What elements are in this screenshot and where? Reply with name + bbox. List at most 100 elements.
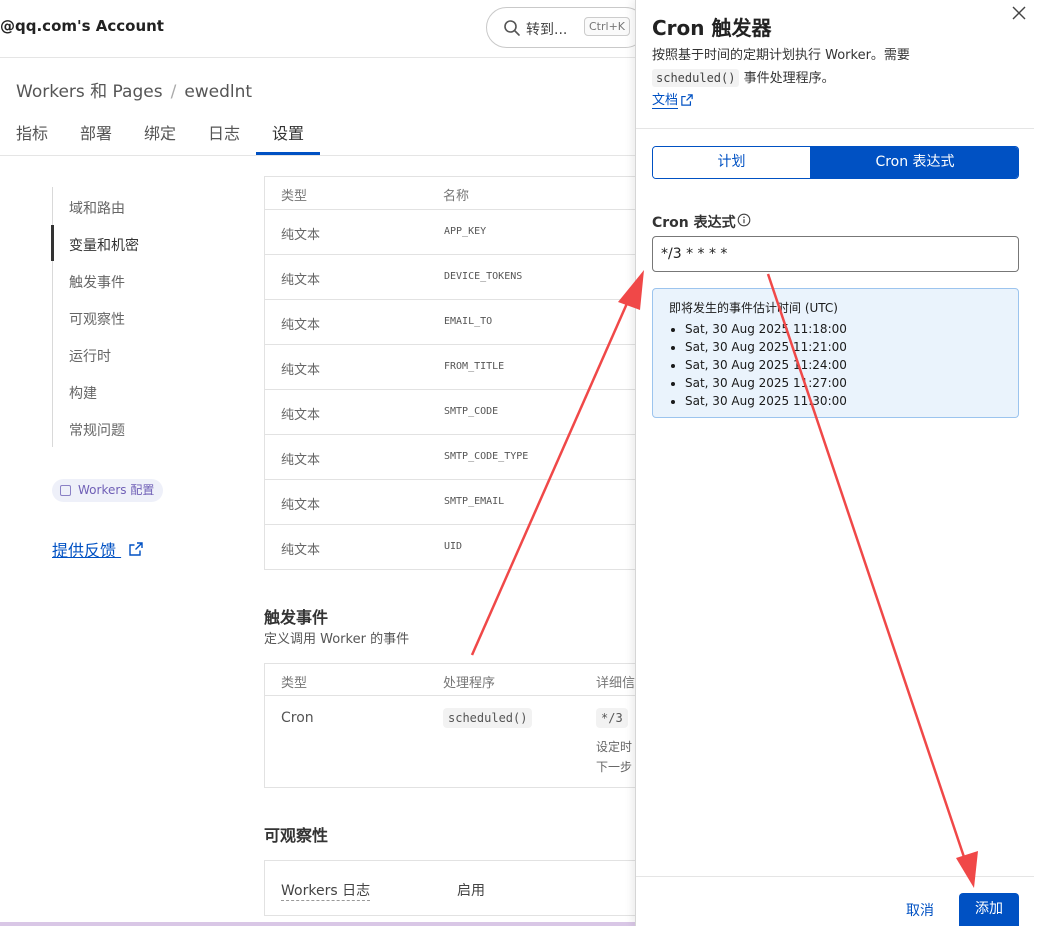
table-row: 纯文本 FROM_TITLE: [265, 345, 644, 390]
preview-title: 即将发生的事件估计时间 (UTC): [669, 301, 838, 315]
config-icon: [60, 485, 71, 496]
feedback-link[interactable]: 提供反馈: [52, 537, 143, 561]
search-icon: [504, 20, 520, 36]
row-type: 纯文本: [281, 273, 321, 288]
segment-cron-expression[interactable]: Cron 表达式: [810, 147, 1018, 178]
table-row: 纯文本 DEVICE_TOKENS: [265, 255, 644, 300]
header-type: 类型: [281, 189, 308, 204]
breadcrumb-current: ewedlnt: [184, 82, 253, 102]
account-name[interactable]: @qq.com's Account: [0, 17, 164, 35]
table-row: 纯文本 UID: [265, 525, 644, 570]
table-row: 纯文本 EMAIL_TO: [265, 300, 644, 345]
workers-logs-status: 启用: [457, 883, 485, 899]
row-name: FROM_TITLE: [444, 361, 505, 372]
tab-bindings[interactable]: 绑定: [144, 120, 176, 144]
search-placeholder: 转到...: [526, 22, 568, 38]
table-row: 纯文本 SMTP_CODE: [265, 390, 644, 435]
info-icon[interactable]: [737, 213, 751, 227]
description-text: 按照基于时间的定期计划执行 Worker。需要: [652, 48, 910, 63]
row-name: EMAIL_TO: [444, 316, 493, 327]
row-type: 纯文本: [281, 228, 321, 243]
list-item: Sat, 30 Aug 2025 11:30:00: [685, 392, 847, 410]
trigger-detail: */3: [596, 708, 628, 728]
trigger-type: Cron: [281, 710, 314, 726]
breadcrumb-separator: /: [170, 82, 177, 102]
row-type: 纯文本: [281, 408, 321, 423]
sidenav-item-variables[interactable]: 变量和机密: [69, 235, 139, 255]
sidenav-item-triggers[interactable]: 触发事件: [69, 272, 125, 292]
segment-schedule[interactable]: 计划: [653, 147, 810, 178]
docs-link[interactable]: 文档: [652, 93, 679, 109]
cron-trigger-drawer: Cron 触发器 按照基于时间的定期计划执行 Worker。需要 schedul…: [635, 0, 1038, 926]
sidenav-item-build[interactable]: 构建: [69, 383, 97, 403]
variables-table: 类型 名称 纯文本 APP_KEY 纯文本 DEVICE_TOKENS 纯文本 EMA…: [264, 176, 644, 570]
sidenav-item-general[interactable]: 常规问题: [69, 420, 125, 440]
close-icon[interactable]: [1010, 4, 1028, 22]
row-name: SMTP_CODE: [444, 406, 499, 417]
list-item: Sat, 30 Aug 2025 11:21:00: [685, 338, 847, 356]
table-row: 纯文本 SMTP_CODE_TYPE: [265, 435, 644, 480]
row-type: 纯文本: [281, 318, 321, 333]
row-name: APP_KEY: [444, 226, 487, 237]
cancel-button[interactable]: 取消: [906, 900, 934, 920]
cron-field-label: Cron 表达式: [652, 215, 736, 231]
tab-logs[interactable]: 日志: [208, 120, 240, 144]
schedule-mode-toggle: 计划 Cron 表达式: [652, 146, 1019, 179]
description-code: scheduled(): [652, 69, 740, 87]
tab-deployments[interactable]: 部署: [80, 120, 112, 144]
tab-settings[interactable]: 设置: [272, 120, 304, 144]
table-row: 纯文本 APP_KEY: [265, 210, 644, 255]
search-box[interactable]: 转到... Ctrl+K: [486, 7, 646, 48]
cron-expression-input[interactable]: [652, 236, 1019, 272]
triggers-subtitle: 定义调用 Worker 的事件: [264, 632, 410, 647]
settings-sidenav: 域和路由 变量和机密 触发事件 可观察性 运行时 构建 常规问题: [51, 187, 212, 447]
sidenav-active-indicator: [51, 225, 54, 261]
trigger-handler: scheduled(): [443, 708, 533, 728]
preview-list: Sat, 30 Aug 2025 11:18:00 Sat, 30 Aug 20…: [685, 320, 847, 410]
external-link-icon: [129, 542, 143, 556]
feedback-label: 提供反馈: [52, 541, 117, 560]
upcoming-events-preview: 即将发生的事件估计时间 (UTC) Sat, 30 Aug 2025 11:18…: [652, 288, 1019, 418]
header-handler: 处理程序: [443, 676, 496, 691]
row-type: 纯文本: [281, 543, 321, 558]
search-shortcut: Ctrl+K: [584, 17, 631, 36]
breadcrumb: Workers 和 Pages / ewedlnt: [16, 77, 252, 102]
row-name: SMTP_CODE_TYPE: [444, 451, 529, 462]
trigger-detail-line: 设定时: [596, 740, 633, 754]
row-type: 纯文本: [281, 363, 321, 378]
header-details: 详细信: [596, 676, 636, 691]
sidenav-item-observability[interactable]: 可观察性: [69, 309, 125, 329]
table-header: 类型 处理程序 详细信: [265, 664, 644, 696]
list-item: Sat, 30 Aug 2025 11:27:00: [685, 374, 847, 392]
workers-config-label: Workers 配置: [78, 483, 155, 497]
triggers-title: 触发事件: [264, 608, 329, 627]
tab-metrics[interactable]: 指标: [16, 120, 48, 144]
drawer-title: Cron 触发器: [652, 16, 772, 40]
breadcrumb-parent[interactable]: Workers 和 Pages: [16, 82, 163, 102]
table-row: 纯文本 SMTP_EMAIL: [265, 480, 644, 525]
row-type: 纯文本: [281, 453, 321, 468]
description-text: 事件处理程序。: [743, 71, 835, 86]
divider: [636, 128, 1034, 129]
header-type: 类型: [281, 676, 308, 691]
row-name: DEVICE_TOKENS: [444, 271, 523, 282]
divider: [636, 876, 1034, 877]
active-tab-indicator: [256, 152, 320, 155]
row-name: SMTP_EMAIL: [444, 496, 505, 507]
sidenav-item-domains[interactable]: 域和路由: [69, 198, 125, 218]
observability-box: Workers 日志 启用: [264, 860, 644, 916]
header-name: 名称: [443, 189, 470, 204]
trigger-detail-line: 下一步: [596, 760, 633, 774]
list-item: Sat, 30 Aug 2025 11:18:00: [685, 320, 847, 338]
sidenav-item-runtime[interactable]: 运行时: [69, 346, 111, 366]
row-type: 纯文本: [281, 498, 321, 513]
list-item: Sat, 30 Aug 2025 11:24:00: [685, 356, 847, 374]
drawer-description: 按照基于时间的定期计划执行 Worker。需要 scheduled() 事件处理…: [652, 45, 1012, 90]
workers-logs-label: Workers 日志: [281, 880, 371, 901]
workers-config-pill[interactable]: Workers 配置: [52, 479, 164, 502]
add-button[interactable]: 添加: [959, 893, 1019, 926]
row-name: UID: [444, 541, 463, 552]
external-link-icon: [681, 94, 693, 106]
table-header: 类型 名称: [265, 177, 644, 210]
observability-title: 可观察性: [264, 826, 329, 845]
